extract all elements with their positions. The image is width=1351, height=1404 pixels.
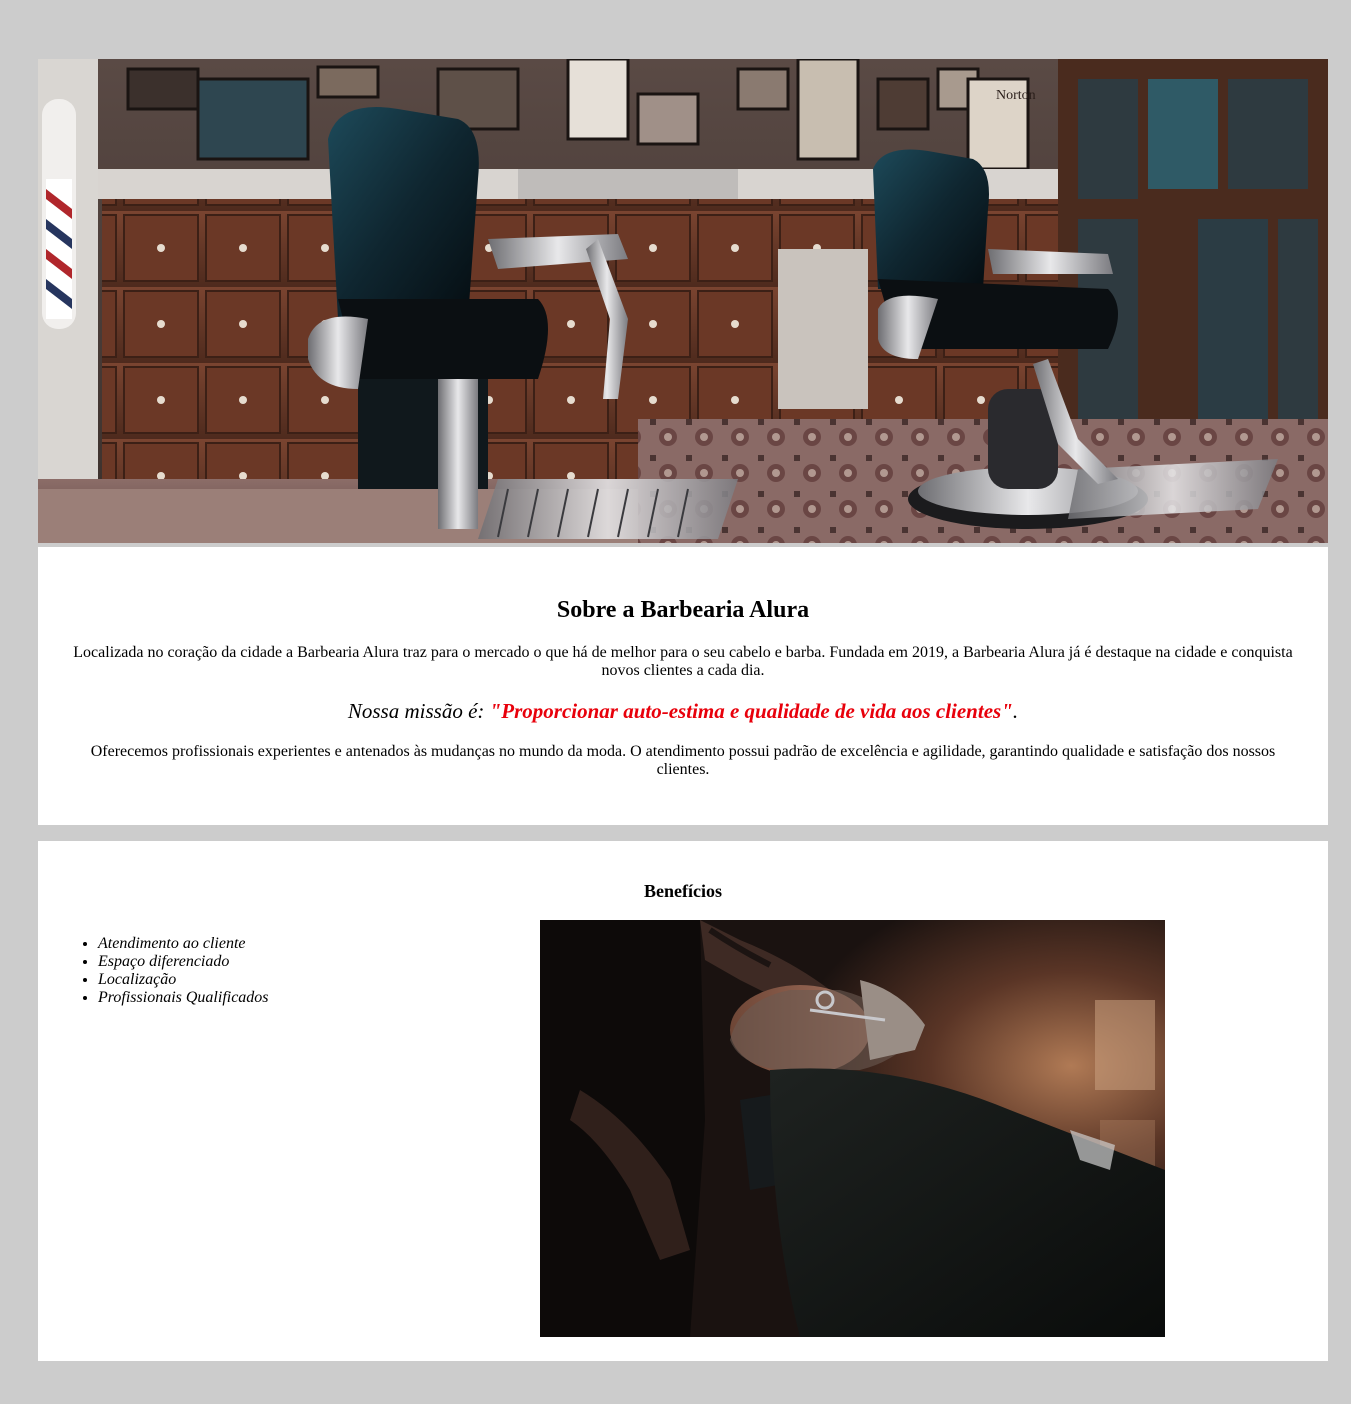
- benefits-title: Benefícios: [644, 881, 722, 901]
- about-paragraph-2: Oferecemos profissionais experientes e a…: [90, 743, 1276, 778]
- list-item: Atendimento ao cliente: [98, 935, 269, 953]
- mission-quote: "Proporcionar auto-estima e qualidade de…: [489, 699, 1013, 723]
- page: Norton Sobre a Barbearia Alura Localizad…: [0, 0, 1351, 1404]
- about-title: Sobre a Barbearia Alura: [556, 597, 810, 623]
- about-paragraph-1: Localizada no coração da cidade a Barbea…: [73, 644, 1293, 679]
- norton-sign-text: Norton: [996, 88, 1036, 103]
- mission-suffix: .: [1012, 699, 1019, 723]
- barbershop-interior-image: Norton: [38, 59, 1328, 543]
- list-item: Profissionais Qualificados: [98, 989, 269, 1007]
- about-section: Sobre a Barbearia Alura Localizada no co…: [38, 547, 1328, 825]
- list-item: Localização: [98, 971, 269, 989]
- benefits-list: Atendimento ao cliente Espaço diferencia…: [58, 935, 269, 1007]
- benefits-section: Benefícios Atendimento ao cliente Espaço…: [38, 841, 1328, 1361]
- beard-trim-image: [540, 920, 1165, 1337]
- list-item: Espaço diferenciado: [98, 953, 269, 971]
- mission-statement: Nossa missão é: "Proporcionar auto-estim…: [38, 698, 1328, 724]
- mission-prefix: Nossa missão é:: [347, 699, 490, 723]
